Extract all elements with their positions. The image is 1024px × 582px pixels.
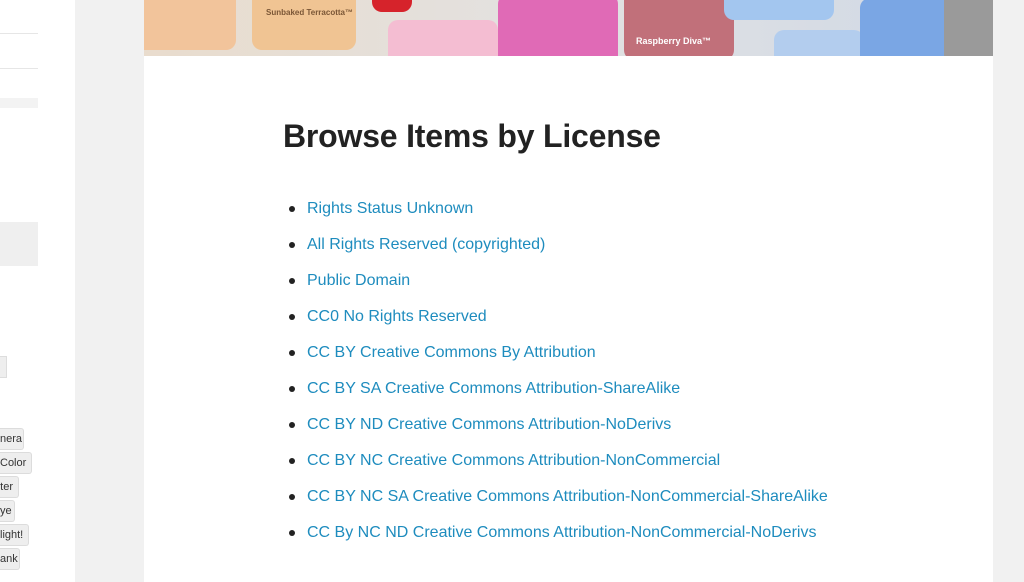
- sidebar-divider: [0, 68, 38, 69]
- swatch-chip: [774, 30, 864, 56]
- swatch-chip: [724, 0, 834, 20]
- bullet-icon: [289, 206, 295, 212]
- bullet-icon: [289, 422, 295, 428]
- right-gutter: [993, 0, 1024, 582]
- sidebar-tag[interactable]: Color: [0, 452, 32, 474]
- sidebar-tag[interactable]: nera: [0, 428, 24, 450]
- bullet-icon: [289, 278, 295, 284]
- bullet-icon: [289, 530, 295, 536]
- list-item: CC BY NC SA Creative Commons Attribution…: [283, 486, 828, 522]
- bullet-icon: [289, 242, 295, 248]
- sidebar-divider: [0, 33, 38, 34]
- license-link-cc-by-nc-nd[interactable]: CC By NC ND Creative Commons Attribution…: [307, 524, 816, 541]
- list-item: All Rights Reserved (copyrighted): [283, 234, 828, 270]
- license-list: Rights Status Unknown All Rights Reserve…: [283, 198, 828, 558]
- swatch-chip: [498, 0, 618, 56]
- banner-shadow: [944, 0, 993, 56]
- main-content: Sunbaked Terracotta™ Raspberry Diva™ Bro…: [144, 0, 993, 582]
- sidebar-tag[interactable]: ter: [0, 476, 19, 498]
- list-item: Public Domain: [283, 270, 828, 306]
- swatch-chip: [388, 20, 498, 56]
- swatch-chip: [372, 0, 412, 12]
- swatch-label: Sunbaked Terracotta™: [266, 8, 353, 17]
- bullet-icon: [289, 350, 295, 356]
- list-item: CC0 No Rights Reserved: [283, 306, 828, 342]
- bullet-icon: [289, 494, 295, 500]
- sidebar-button[interactable]: [0, 356, 7, 378]
- license-link-cc-by-nd[interactable]: CC BY ND Creative Commons Attribution-No…: [307, 416, 671, 433]
- list-item: CC BY Creative Commons By Attribution: [283, 342, 828, 378]
- license-link-cc-by-sa[interactable]: CC BY SA Creative Commons Attribution-Sh…: [307, 380, 680, 397]
- list-item: CC BY SA Creative Commons Attribution-Sh…: [283, 378, 828, 414]
- swatch-chip: Sunbaked Terracotta™: [252, 0, 356, 50]
- swatch-chip: Raspberry Diva™: [624, 0, 734, 56]
- list-item: Rights Status Unknown: [283, 198, 828, 234]
- page-title: Browse Items by License: [283, 118, 661, 154]
- swatch-label: Raspberry Diva™: [636, 36, 712, 46]
- sidebar-panel[interactable]: [0, 222, 38, 266]
- list-item: CC BY ND Creative Commons Attribution-No…: [283, 414, 828, 450]
- license-link-rights-status-unknown[interactable]: Rights Status Unknown: [307, 200, 473, 217]
- license-link-public-domain[interactable]: Public Domain: [307, 272, 410, 289]
- sidebar-field[interactable]: [0, 98, 38, 108]
- license-link-all-rights-reserved[interactable]: All Rights Reserved (copyrighted): [307, 236, 545, 253]
- list-item: CC By NC ND Creative Commons Attribution…: [283, 522, 828, 558]
- license-link-cc-by[interactable]: CC BY Creative Commons By Attribution: [307, 344, 596, 361]
- license-link-cc0[interactable]: CC0 No Rights Reserved: [307, 308, 487, 325]
- page: nera Color ter ye light! ank Sunbaked Te…: [0, 0, 1024, 582]
- sidebar-tag[interactable]: ank: [0, 548, 20, 570]
- bullet-icon: [289, 386, 295, 392]
- license-link-cc-by-nc[interactable]: CC BY NC Creative Commons Attribution-No…: [307, 452, 720, 469]
- list-item: CC BY NC Creative Commons Attribution-No…: [283, 450, 828, 486]
- license-link-cc-by-nc-sa[interactable]: CC BY NC SA Creative Commons Attribution…: [307, 488, 828, 505]
- bullet-icon: [289, 314, 295, 320]
- sidebar: nera Color ter ye light! ank: [0, 0, 75, 582]
- swatch-chip: [144, 0, 236, 50]
- sidebar-tag[interactable]: ye: [0, 500, 15, 522]
- bullet-icon: [289, 458, 295, 464]
- header-banner-image: Sunbaked Terracotta™ Raspberry Diva™: [144, 0, 993, 56]
- sidebar-tag[interactable]: light!: [0, 524, 29, 546]
